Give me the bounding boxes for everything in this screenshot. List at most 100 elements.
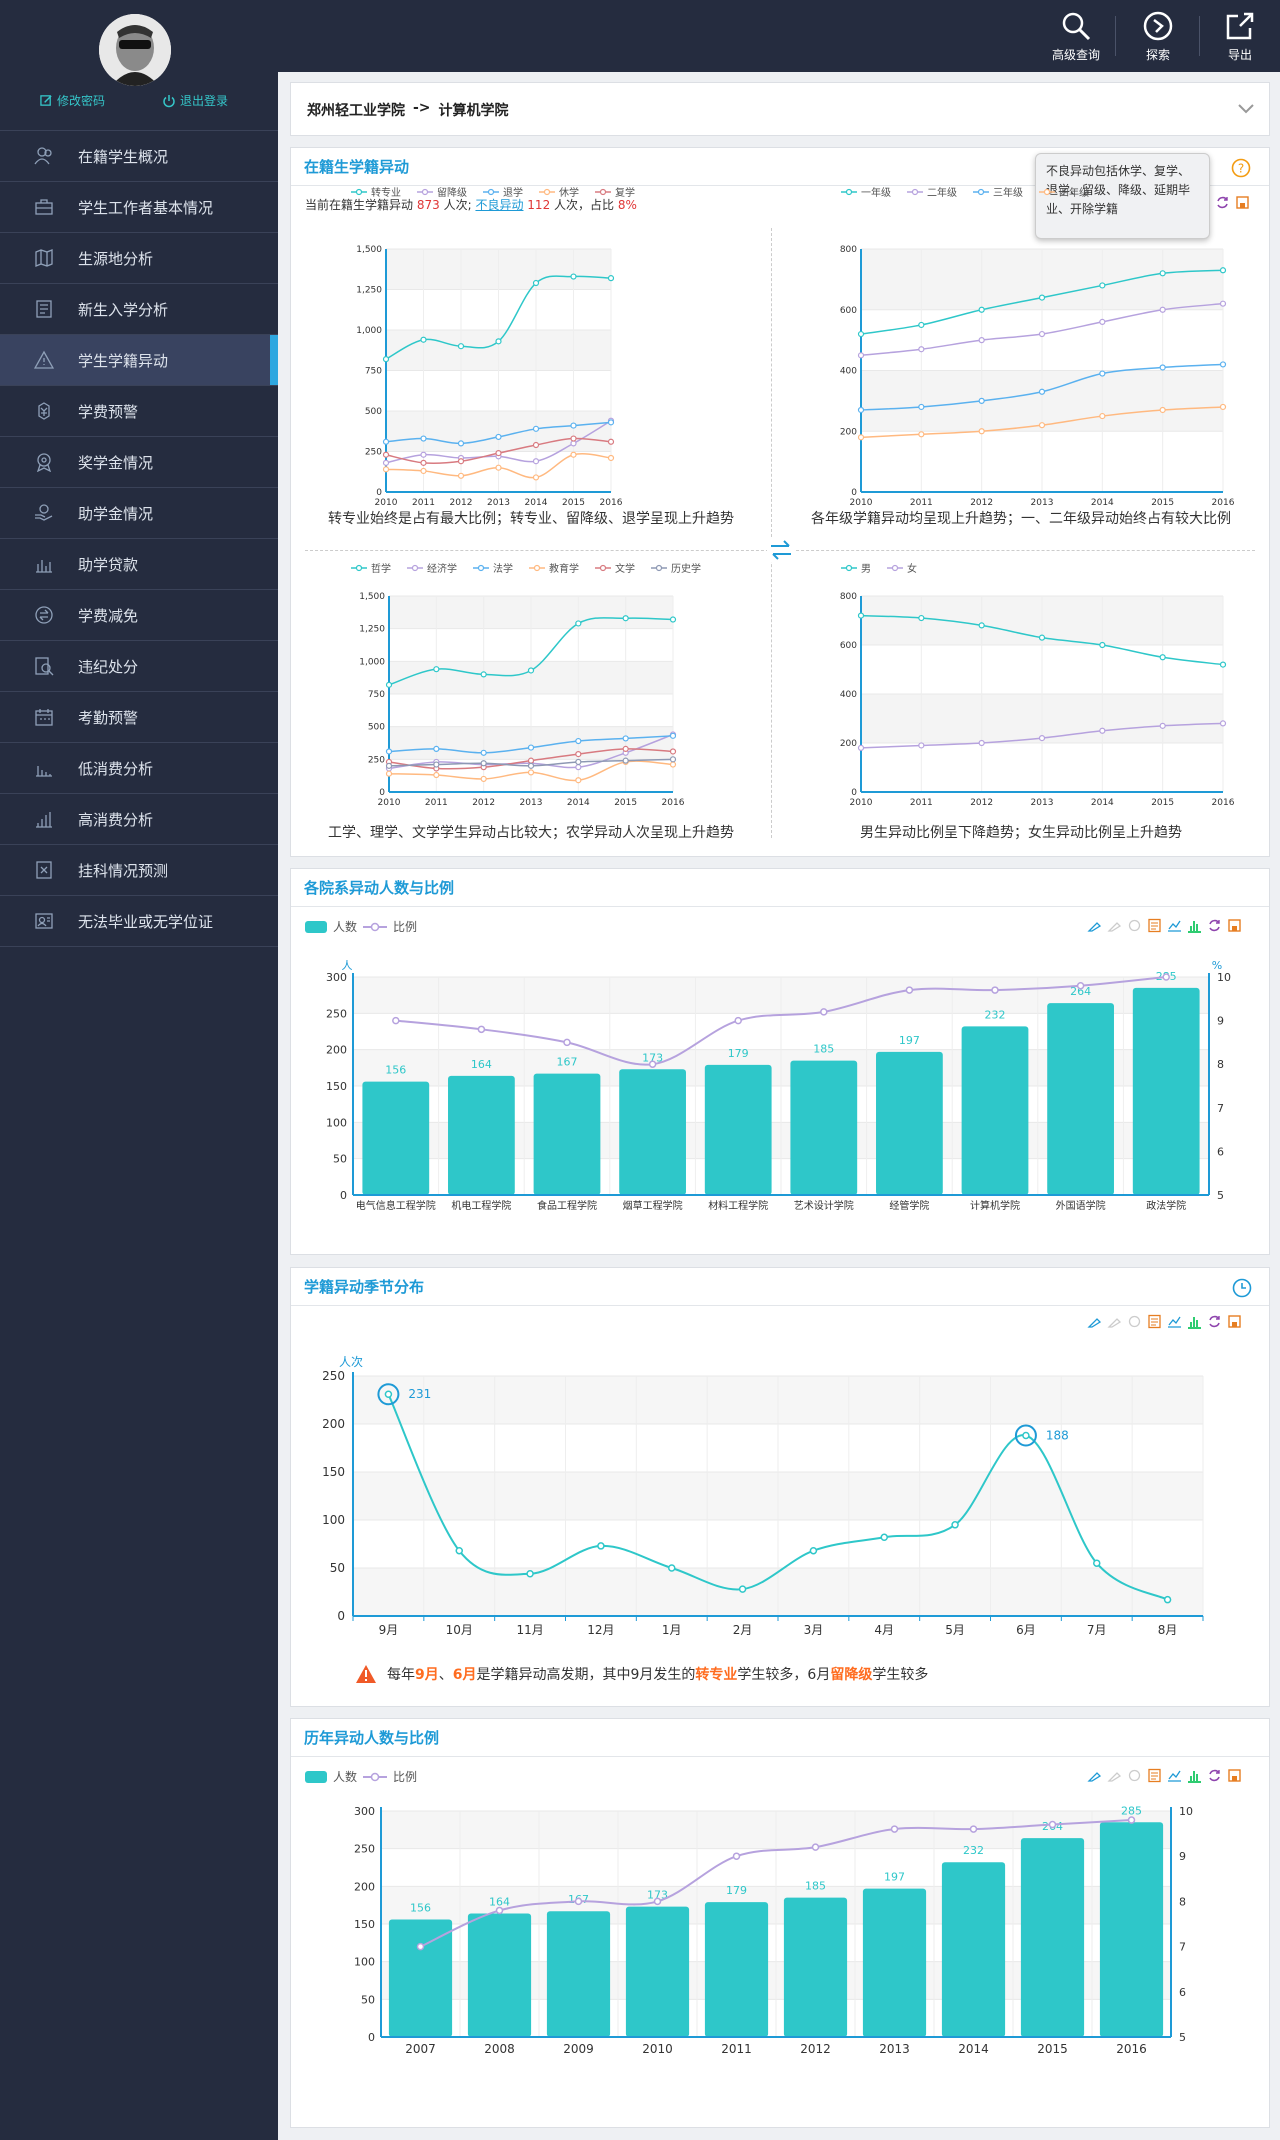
sidebar-item[interactable]: 生源地分析	[0, 233, 278, 284]
save-image-icon[interactable]	[1227, 918, 1242, 933]
data-point	[978, 306, 985, 313]
data-view-icon[interactable]	[1147, 918, 1162, 933]
data-point	[570, 422, 577, 429]
category-label: 机电工程学院	[451, 1199, 511, 1212]
category-label: 10月	[446, 1623, 473, 1637]
status-change-panel: 在籍生学籍异动 当前在籍生学籍异动 873 人次; 不良异动 112 人次，占比…	[290, 147, 1270, 857]
warning-icon	[356, 1665, 376, 1683]
legend-label[interactable]: 人数	[333, 918, 357, 935]
explore-button[interactable]: 探索	[1128, 10, 1188, 63]
map-icon	[35, 249, 53, 267]
chevron-down-icon[interactable]	[1237, 103, 1255, 115]
data-point	[669, 748, 677, 755]
bar	[625, 1906, 690, 2037]
bar	[1020, 1838, 1085, 2037]
category-label: 2009	[563, 2042, 594, 2056]
legend-label: 三年级	[993, 186, 1023, 199]
line-chart-icon[interactable]	[1167, 1768, 1182, 1783]
sidebar-item[interactable]: 学生工作者基本情况	[0, 182, 278, 233]
category-label: 4月	[874, 1623, 894, 1637]
data-point	[457, 343, 465, 350]
data-view-icon[interactable]	[1147, 1768, 1162, 1783]
zoom-icon[interactable]	[1087, 918, 1102, 933]
sidebar-item[interactable]: 低消费分析	[0, 743, 278, 794]
axis-tick-label: 50	[330, 1561, 345, 1575]
advanced-query-label: 高级查询	[1051, 48, 1100, 62]
axis-tick-label: 2016	[600, 498, 623, 508]
axis-tick-label: 1,000	[359, 657, 385, 667]
axis-tick-label: 2010	[375, 498, 398, 508]
category-label: 2月	[733, 1623, 753, 1637]
data-point	[416, 1942, 425, 1951]
exchange-icon	[35, 606, 53, 624]
zoom-reset-icon[interactable]	[1107, 1768, 1122, 1783]
y2-axis-label: %	[1212, 959, 1222, 972]
breadcrumb-current[interactable]: 计算机学院	[439, 100, 509, 120]
zoom-reset-icon[interactable]	[1107, 918, 1122, 933]
category-label: 计算机学院	[970, 1199, 1020, 1212]
bar-chart-icon[interactable]	[1187, 1314, 1202, 1329]
data-point	[495, 1906, 504, 1915]
legend-swatch[interactable]	[363, 1771, 388, 1783]
bar-chart-icon[interactable]	[1187, 1768, 1202, 1783]
sidebar-item[interactable]: 高消费分析	[0, 794, 278, 845]
axis-tick-label: 1,250	[356, 286, 382, 296]
data-point	[527, 744, 535, 751]
sidebar-item[interactable]: 助学贷款	[0, 539, 278, 590]
advanced-query-button[interactable]: 高级查询	[1046, 10, 1106, 63]
line-chart-icon[interactable]	[1167, 1314, 1182, 1329]
sidebar-item[interactable]: 学费减免	[0, 590, 278, 641]
help-icon[interactable]: ?	[1231, 158, 1251, 178]
breadcrumb-root[interactable]: 郑州轻工业学院	[307, 100, 405, 120]
zoom-icon[interactable]	[1087, 1314, 1102, 1329]
refresh-icon[interactable]	[1207, 918, 1222, 933]
sidebar-item[interactable]: 考勤预警	[0, 692, 278, 743]
avatar[interactable]	[99, 14, 171, 86]
data-point	[732, 1852, 741, 1860]
refresh-icon[interactable]	[1207, 1768, 1222, 1783]
data-point	[951, 1521, 959, 1529]
clock-icon[interactable]	[1232, 1278, 1252, 1298]
bar-chart-icon[interactable]	[1187, 918, 1202, 933]
axis-tick-label: 250	[326, 1007, 347, 1020]
sidebar-item-label: 学生工作者基本情况	[78, 198, 214, 217]
yearly-change-panel: 历年异动人数与比例 人数 比例 0 50 100 150 200 250 300 5 6 7 8 9 1…	[290, 1718, 1270, 2128]
sidebar-item[interactable]: 违纪处分	[0, 641, 278, 692]
briefcase-icon	[35, 199, 53, 215]
axis-tick-label: 250	[354, 1843, 375, 1856]
restore-icon[interactable]	[1127, 1768, 1142, 1783]
restore-icon[interactable]	[1127, 1314, 1142, 1329]
sidebar-item[interactable]: 助学金情况	[0, 488, 278, 539]
legend-label: 复学	[615, 186, 635, 199]
axis-tick-label: 2015	[1151, 798, 1174, 808]
legend-label[interactable]: 比例	[393, 918, 417, 935]
data-point	[392, 1016, 400, 1025]
line-chart-icon[interactable]	[1167, 918, 1182, 933]
sidebar-item[interactable]: 学费预警	[0, 386, 278, 437]
change-password-link[interactable]: 修改密码	[40, 92, 105, 109]
sidebar-item[interactable]: 挂科情况预测	[0, 845, 278, 896]
refresh-icon[interactable]	[1207, 1314, 1222, 1329]
data-point	[857, 406, 865, 414]
logout-link[interactable]: 退出登录	[162, 92, 228, 109]
zoom-reset-icon[interactable]	[1107, 1314, 1122, 1329]
loan-chart-icon	[36, 560, 52, 573]
sidebar-item[interactable]: 奖学金情况	[0, 437, 278, 488]
sidebar-item[interactable]: 新生入学分析	[0, 284, 278, 335]
change-password-label: 修改密码	[57, 94, 106, 108]
college-change-panel: 各院系异动人数与比例 人数 比例 0 50 100 150 200 250 300 5 6 7 8 9…	[290, 868, 1270, 1255]
sidebar-item[interactable]: 无法毕业或无学位证	[0, 896, 278, 947]
top-bar: 高级查询 探索 导出	[278, 0, 1280, 72]
zoom-icon[interactable]	[1087, 1768, 1102, 1783]
category-label: 1月	[662, 1623, 682, 1637]
legend-swatch[interactable]	[305, 1770, 327, 1783]
save-image-icon[interactable]	[1227, 1768, 1242, 1783]
sidebar-item[interactable]: 在籍学生概况	[0, 131, 278, 182]
legend-swatch[interactable]	[305, 920, 327, 933]
restore-icon[interactable]	[1127, 918, 1142, 933]
sidebar-item[interactable]: 学生学籍异动	[0, 335, 278, 386]
save-image-icon[interactable]	[1227, 1314, 1242, 1329]
export-button[interactable]: 导出	[1210, 10, 1270, 63]
data-view-icon[interactable]	[1147, 1314, 1162, 1329]
legend-swatch[interactable]	[363, 921, 388, 933]
